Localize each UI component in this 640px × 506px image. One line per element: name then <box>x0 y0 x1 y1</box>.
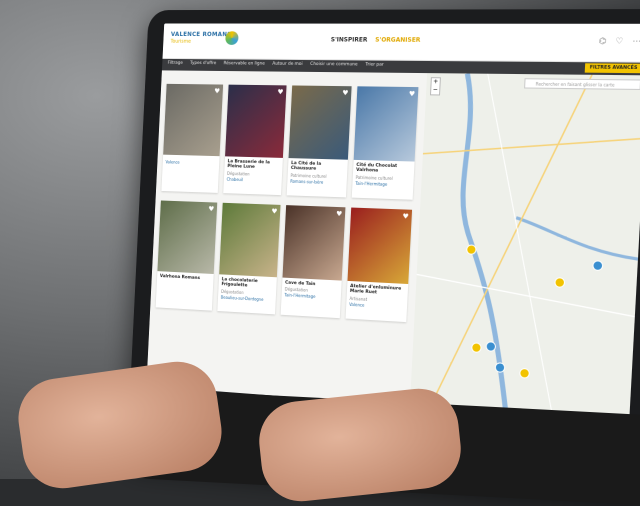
filter-items: Filtrage Types d'offre Réservable en ligne… <box>168 61 392 68</box>
map-search-input[interactable]: Rechercher en faisant glisser la carte <box>524 78 640 90</box>
result-card[interactable]: ♥ Atelier d'enluminure Marie Ruet Artisana… <box>346 208 413 323</box>
card-photo: ♥ <box>157 200 217 274</box>
result-card[interactable]: ♥ Cave de Tain Dégustation Tain-l'Hermitage <box>281 205 346 318</box>
site-header: VALENCE ROMANS Tourisme S'INSPIRER S'ORG… <box>162 23 640 62</box>
filter-item[interactable]: Réservable en ligne <box>223 61 265 66</box>
result-card[interactable]: ♥ Valrhona Romans <box>156 200 218 310</box>
filter-item[interactable]: Choisir une commune <box>310 62 358 67</box>
favorite-icon[interactable]: ♥ <box>402 212 409 220</box>
filter-item[interactable]: Autour de moi <box>272 62 303 67</box>
card-photo: ♥ <box>219 203 280 277</box>
favorite-icon[interactable]: ♥ <box>336 210 342 218</box>
river-tributary <box>514 218 640 259</box>
road <box>470 74 571 417</box>
result-card[interactable]: ♥ Cité du Chocolat Valrhona Patrimoine cul… <box>352 86 419 199</box>
road <box>423 134 640 160</box>
favorite-icon[interactable]: ♥ <box>214 87 220 95</box>
favorite-icon[interactable]: ♥ <box>208 205 214 213</box>
language-icon[interactable]: ⋯ <box>632 36 640 45</box>
nav-inspirer[interactable]: S'INSPIRER <box>331 36 368 43</box>
site-logo[interactable]: VALENCE ROMANS Tourisme <box>170 31 235 51</box>
result-card[interactable]: ♥ La Brasserie de la Pleine Lune Dégustati… <box>223 85 286 195</box>
results-area: ♥ Valence ♥ La Brasserie de la Pleine Lune D… <box>146 70 640 422</box>
heart-icon[interactable]: ♡ <box>615 36 623 45</box>
laptop-screen: VALENCE ROMANS Tourisme S'INSPIRER S'ORG… <box>146 23 640 422</box>
filter-item[interactable]: Types d'offre <box>190 61 216 66</box>
road <box>415 274 636 316</box>
binoculars-icon[interactable]: ⌬ <box>599 36 607 45</box>
favorite-icon[interactable]: ♥ <box>271 208 277 216</box>
card-city: Valence <box>163 158 220 166</box>
road <box>430 73 592 418</box>
card-photo: ♥ <box>354 86 419 161</box>
card-city: Tain-l'Hermitage <box>352 180 413 189</box>
card-photo: ♥ <box>283 205 346 280</box>
card-photo: ♥ <box>347 208 412 284</box>
card-city: Chabeuil <box>224 175 282 184</box>
river <box>450 74 524 414</box>
main-navigation: S'INSPIRER S'ORGANISER <box>331 36 427 43</box>
map-panel[interactable]: + − Rechercher en faisant glisser la cart… <box>410 73 640 422</box>
zoom-controls[interactable]: + − <box>430 77 441 95</box>
result-card[interactable]: ♥ Valence <box>161 84 223 193</box>
nav-organiser[interactable]: S'ORGANISER <box>375 37 421 44</box>
results-list: ♥ Valence ♥ La Brasserie de la Pleine Lune D… <box>146 70 427 405</box>
result-card[interactable]: ♥ La Cité de la Chaussure Patrimoine cultu… <box>287 85 352 197</box>
advanced-filters-button[interactable]: FILTRES AVANCÉS <box>585 63 640 73</box>
favorite-icon[interactable]: ♥ <box>342 89 348 97</box>
card-photo: ♥ <box>289 85 352 159</box>
filter-item[interactable]: Filtrage <box>168 61 183 66</box>
favorite-icon[interactable]: ♥ <box>409 90 416 98</box>
logo-emblem-icon <box>225 31 239 45</box>
card-photo: ♥ <box>225 85 286 158</box>
filter-item[interactable]: Trier par <box>365 62 384 67</box>
header-icons: ⌬ ♡ ⋯ <box>592 36 640 46</box>
card-city: Romans-sur-Isère <box>287 177 347 186</box>
favorite-icon[interactable]: ♥ <box>277 88 283 96</box>
result-card[interactable]: ♥ La chocolaterie Frigoulette Dégustation B… <box>217 203 280 315</box>
card-photo: ♥ <box>163 84 223 156</box>
